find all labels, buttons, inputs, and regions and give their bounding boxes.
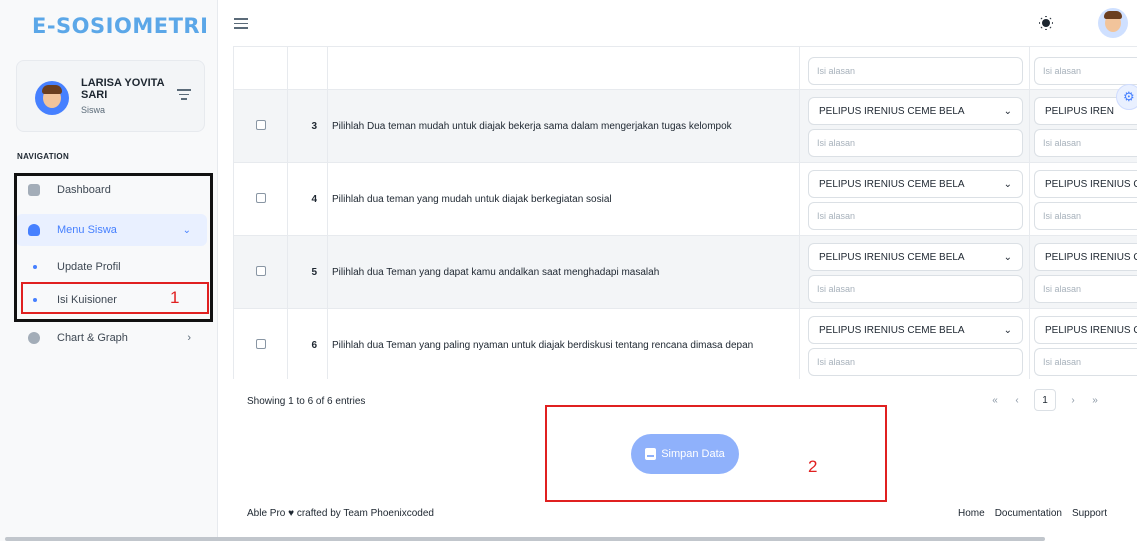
question-number: 4 xyxy=(287,162,328,236)
annotation-box-2 xyxy=(545,405,887,502)
friend-select-1[interactable]: PELIPUS IRENIUS CEME BELA ⌄ xyxy=(808,243,1023,271)
question-number: 3 xyxy=(287,89,328,163)
question-text: Pilihlah Dua teman mudah untuk diajak be… xyxy=(327,89,800,163)
friend-select-1[interactable]: PELIPUS IRENIUS CEME BELA ⌄ xyxy=(808,170,1023,198)
table-row: Isi alasan Isi alasan xyxy=(233,46,1137,90)
friend-select-2[interactable]: PELIPUS IRENIUS C xyxy=(1034,243,1137,271)
header-avatar[interactable] xyxy=(1098,8,1128,38)
reason-input[interactable]: Isi alasan xyxy=(808,348,1023,377)
select-value: PELIPUS IRENIUS C xyxy=(1045,324,1137,336)
footer-link-support[interactable]: Support xyxy=(1072,508,1107,519)
table-row: 3 Pilihlah Dua teman mudah untuk diajak … xyxy=(233,89,1137,163)
reason-input[interactable]: Isi alasan xyxy=(808,129,1023,157)
chevron-down-icon: ⌄ xyxy=(1003,178,1012,190)
reason-input[interactable]: Isi alasan xyxy=(1034,202,1137,230)
reason-input[interactable]: Isi alasan xyxy=(1034,57,1137,85)
page-next-button[interactable]: › xyxy=(1062,389,1084,411)
user-role: Siswa xyxy=(81,105,106,115)
footer-link-documentation[interactable]: Documentation xyxy=(995,508,1062,519)
gear-icon: ⚙ xyxy=(1123,89,1135,104)
select-value: PELIPUS IRENIUS CEME BELA xyxy=(819,178,965,190)
table-entries-info: Showing 1 to 6 of 6 entries xyxy=(247,396,366,407)
app-root: E-SOSIOMETRI LARISA YOVITA SARI Siswa NA… xyxy=(0,0,1137,541)
select-value: PELIPUS IRENIUS CEME BELA xyxy=(819,105,965,117)
annotation-label-1: 1 xyxy=(170,288,180,307)
row-checkbox[interactable] xyxy=(255,192,266,203)
row-checkbox[interactable] xyxy=(255,265,266,276)
user-card: LARISA YOVITA SARI Siswa xyxy=(16,60,205,132)
nav-caption: NAVIGATION xyxy=(17,152,70,161)
friend-select-2[interactable]: PELIPUS IRENIUS C xyxy=(1034,170,1137,198)
question-number: 5 xyxy=(287,235,328,309)
friend-select-1[interactable]: PELIPUS IRENIUS CEME BELA ⌄ xyxy=(808,316,1023,345)
app-logo[interactable]: E-SOSIOMETRI xyxy=(32,14,208,38)
reason-input[interactable]: Isi alasan xyxy=(1034,129,1137,157)
friend-select-1[interactable]: PELIPUS IRENIUS CEME BELA ⌄ xyxy=(808,97,1023,125)
footer-links: Home Documentation Support xyxy=(958,508,1107,519)
user-avatar xyxy=(35,81,69,115)
chart-icon xyxy=(28,332,40,344)
row-checkbox[interactable] xyxy=(255,119,266,130)
annotation-box-1 xyxy=(21,282,209,314)
annotation-label-2: 2 xyxy=(808,457,818,476)
table-row: 6 Pilihlah dua Teman yang paling nyaman … xyxy=(233,308,1137,379)
select-value: PELIPUS IRENIUS C xyxy=(1045,251,1137,263)
select-value: PELIPUS IRENIUS C xyxy=(1045,178,1137,190)
chevron-right-icon: › xyxy=(187,332,191,344)
question-text: Pilihlah dua Teman yang paling nyaman un… xyxy=(327,308,800,379)
friend-select-2[interactable]: PELIPUS IRENIUS C xyxy=(1034,316,1137,345)
filter-icon[interactable] xyxy=(177,89,191,101)
select-value: PELIPUS IRENIUS CEME BELA xyxy=(819,251,965,263)
sidebar-item-chart-graph[interactable]: Chart & Graph › xyxy=(16,322,207,354)
top-header xyxy=(218,0,1137,46)
page-first-button[interactable]: « xyxy=(984,389,1006,411)
question-text: Pilihlah dua Teman yang dapat kamu andal… xyxy=(327,235,800,309)
page-current-button[interactable]: 1 xyxy=(1034,389,1056,411)
pagination: « ‹ 1 › » xyxy=(984,389,1106,411)
footer-link-home[interactable]: Home xyxy=(958,508,985,519)
select-value: PELIPUS IREN xyxy=(1045,105,1114,117)
reason-input[interactable]: Isi alasan xyxy=(808,57,1023,85)
reason-input[interactable]: Isi alasan xyxy=(808,275,1023,303)
page-prev-button[interactable]: ‹ xyxy=(1006,389,1028,411)
question-text: Pilihlah dua teman yang mudah untuk diaj… xyxy=(327,162,800,236)
footer-credit: Able Pro ♥ crafted by Team Phoenixcoded xyxy=(247,508,434,519)
chevron-down-icon: ⌄ xyxy=(1003,105,1012,117)
row-checkbox[interactable] xyxy=(255,338,266,349)
questionnaire-table: Isi alasan Isi alasan 3 Pilihlah Dua tem… xyxy=(233,46,1137,379)
chevron-down-icon: ⌄ xyxy=(1003,251,1012,263)
table-row: 5 Pilihlah dua Teman yang dapat kamu and… xyxy=(233,235,1137,309)
chevron-down-icon: ⌄ xyxy=(1003,324,1012,336)
select-value: PELIPUS IRENIUS CEME BELA xyxy=(819,324,965,336)
menu-icon[interactable] xyxy=(234,18,248,32)
sidebar-item-label: Chart & Graph xyxy=(57,332,128,344)
user-name: LARISA YOVITA SARI xyxy=(81,77,165,101)
horizontal-scrollbar[interactable] xyxy=(5,537,1045,541)
reason-input[interactable]: Isi alasan xyxy=(808,202,1023,230)
page-last-button[interactable]: » xyxy=(1084,389,1106,411)
sun-icon[interactable] xyxy=(1039,16,1053,30)
question-number: 6 xyxy=(287,308,328,379)
settings-gear-button[interactable]: ⚙ xyxy=(1116,84,1137,110)
reason-input[interactable]: Isi alasan xyxy=(1034,275,1137,303)
table-row: 4 Pilihlah dua teman yang mudah untuk di… xyxy=(233,162,1137,236)
reason-input[interactable]: Isi alasan xyxy=(1034,348,1137,377)
